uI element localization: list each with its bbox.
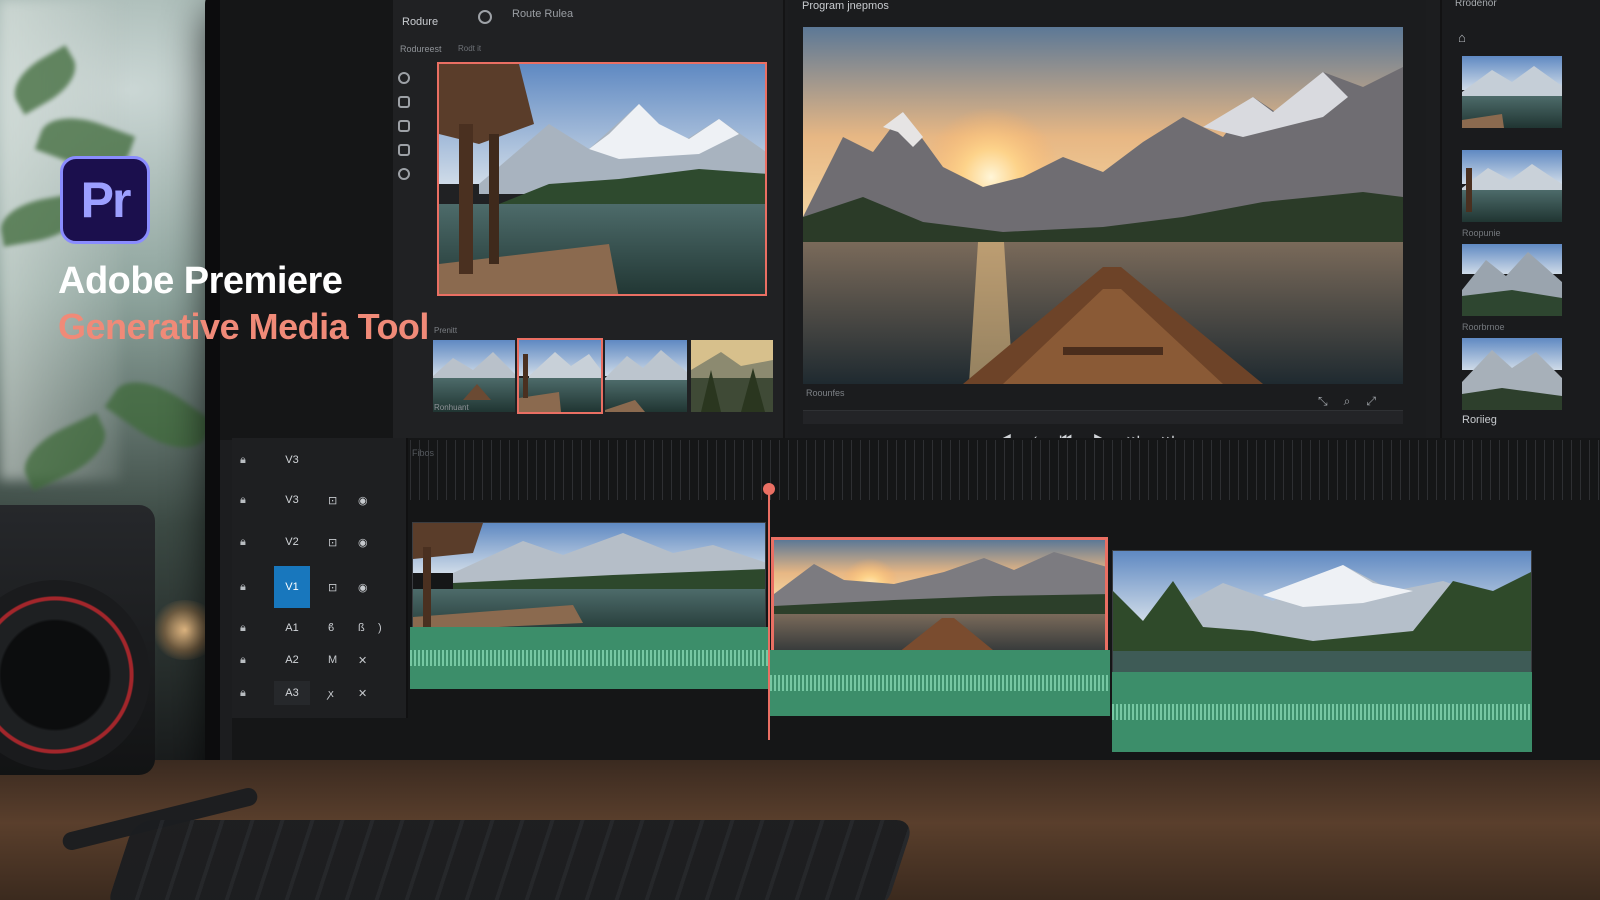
lock-icon[interactable]: 🔒︎ bbox=[240, 581, 254, 594]
lock-icon[interactable]: ⊡ bbox=[328, 494, 340, 507]
track-v3-top: 🔒︎ V3 bbox=[240, 446, 400, 474]
thumb-lake[interactable] bbox=[605, 340, 687, 412]
eye-icon[interactable]: ◉ bbox=[358, 581, 370, 594]
waveform bbox=[1112, 704, 1532, 720]
brand-subtitle: Generative Media Tool bbox=[58, 306, 429, 347]
keyboard bbox=[105, 820, 915, 900]
track-name[interactable]: V3 bbox=[274, 488, 310, 512]
logo-text: Pr bbox=[80, 172, 132, 228]
lock-icon[interactable]: ⊡ bbox=[328, 536, 340, 549]
track-name[interactable]: V3 bbox=[274, 448, 310, 472]
video-clip-dock[interactable] bbox=[412, 522, 766, 636]
mute-icon[interactable]: ꭗ bbox=[328, 686, 340, 701]
rp-label-1: Roopunie bbox=[1462, 228, 1501, 238]
thumb-boat[interactable] bbox=[433, 340, 515, 412]
lock-icon[interactable]: 🔒︎ bbox=[240, 622, 254, 635]
track-a1: 🔒︎ A1 ϐ ß ) bbox=[240, 614, 400, 642]
program-meta-label: Roounfes bbox=[806, 388, 845, 398]
ear-icon[interactable]: ) bbox=[378, 622, 390, 634]
user-icon[interactable] bbox=[398, 144, 410, 156]
search-icon[interactable] bbox=[478, 10, 492, 24]
lock-icon[interactable]: 🔒︎ bbox=[240, 654, 254, 667]
home-icon[interactable]: ⌂ bbox=[1458, 30, 1466, 45]
source-preview[interactable] bbox=[437, 62, 767, 296]
thumb-strip bbox=[433, 338, 773, 414]
playhead[interactable] bbox=[768, 485, 770, 740]
eye-icon[interactable]: ◉ bbox=[358, 536, 370, 549]
rp-thumb-3[interactable] bbox=[1462, 244, 1562, 316]
source-tab-active[interactable]: Rodure bbox=[402, 16, 438, 28]
track-name-active[interactable]: V1 bbox=[274, 566, 310, 608]
audio-clip-1[interactable] bbox=[410, 627, 768, 689]
expand-icon[interactable]: ⤡ bbox=[1318, 394, 1328, 409]
track-name[interactable]: V2 bbox=[274, 530, 310, 554]
audio-clip-3[interactable] bbox=[1112, 672, 1532, 752]
cut-icon[interactable]: ✕ bbox=[358, 687, 370, 700]
circle-icon[interactable] bbox=[398, 168, 410, 180]
audio-clip-2[interactable] bbox=[770, 650, 1110, 716]
program-title[interactable]: Program jnepmos bbox=[802, 0, 889, 12]
lock-icon[interactable]: 🔒︎ bbox=[240, 536, 254, 549]
video-clip-boat-selected[interactable] bbox=[771, 537, 1108, 661]
rp-thumb-1[interactable] bbox=[1462, 56, 1562, 128]
track-v1: 🔒︎ V1 ⊡ ◉ bbox=[240, 566, 400, 608]
track-v3: 🔒︎ V3 ⊡ ◉ bbox=[240, 486, 400, 514]
waveform bbox=[770, 675, 1110, 691]
left-dark-bar bbox=[220, 0, 395, 440]
lock-icon[interactable]: 🔒︎ bbox=[240, 494, 254, 507]
program-tools: ⤡ ⌕ ⤢ bbox=[1318, 394, 1376, 409]
track-name[interactable]: A3 bbox=[274, 681, 310, 705]
thumb-dock[interactable] bbox=[517, 338, 603, 414]
mic-icon[interactable]: ϐ bbox=[328, 622, 340, 634]
video-clip-mountains[interactable] bbox=[1112, 550, 1532, 686]
rp-label-bright: Roriieg bbox=[1462, 414, 1497, 426]
thumb-forest[interactable] bbox=[691, 340, 773, 412]
rp-thumb-2[interactable] bbox=[1462, 150, 1562, 222]
lock-icon[interactable]: ⊡ bbox=[328, 581, 340, 594]
lock-icon[interactable]: 🔒︎ bbox=[240, 454, 254, 467]
mute-icon[interactable]: M bbox=[328, 654, 340, 666]
lock-icon[interactable]: 🔒︎ bbox=[240, 687, 254, 700]
playhead-handle[interactable] bbox=[763, 483, 775, 495]
rp-thumb-4[interactable] bbox=[1462, 338, 1562, 410]
track-a3: 🔒︎ A3 ꭗ ✕ bbox=[240, 679, 400, 707]
film-icon[interactable] bbox=[398, 120, 410, 132]
ruler-label: Fibos bbox=[412, 448, 435, 458]
zoom-icon[interactable]: ⌕ bbox=[1344, 394, 1351, 409]
source-sub-label-2[interactable]: Rodt it bbox=[458, 44, 481, 53]
track-a2: 🔒︎ A2 M ✕ bbox=[240, 646, 400, 674]
cut-icon[interactable]: ✕ bbox=[358, 654, 370, 667]
source-tab-secondary[interactable]: Route Rulea bbox=[512, 8, 573, 20]
person-icon[interactable] bbox=[398, 72, 410, 84]
right-panel-title[interactable]: Rrodenor bbox=[1455, 0, 1497, 9]
thumb-caption-0: Ronhuant bbox=[434, 403, 469, 412]
waveform bbox=[410, 650, 768, 666]
timeline-ruler[interactable] bbox=[410, 440, 1600, 500]
solo-icon[interactable]: ß bbox=[358, 622, 370, 634]
rp-label-2: Roorbrnoe bbox=[1462, 322, 1505, 332]
brand-title: Adobe Premiere bbox=[58, 260, 343, 302]
layers-icon[interactable] bbox=[398, 96, 410, 108]
track-v2: 🔒︎ V2 ⊡ ◉ bbox=[240, 528, 400, 556]
program-scrub-bar[interactable] bbox=[803, 410, 1403, 424]
track-name[interactable]: A2 bbox=[274, 648, 310, 672]
premiere-logo: Pr bbox=[60, 156, 150, 244]
source-sub-label[interactable]: Rodureest bbox=[400, 44, 442, 54]
source-toolbar bbox=[398, 72, 416, 180]
thumbs-label: Prenitt bbox=[434, 326, 458, 335]
track-name[interactable]: A1 bbox=[274, 616, 310, 640]
collapse-icon[interactable]: ⤢ bbox=[1366, 394, 1376, 409]
eye-icon[interactable]: ◉ bbox=[358, 494, 370, 507]
program-view[interactable] bbox=[803, 27, 1403, 384]
